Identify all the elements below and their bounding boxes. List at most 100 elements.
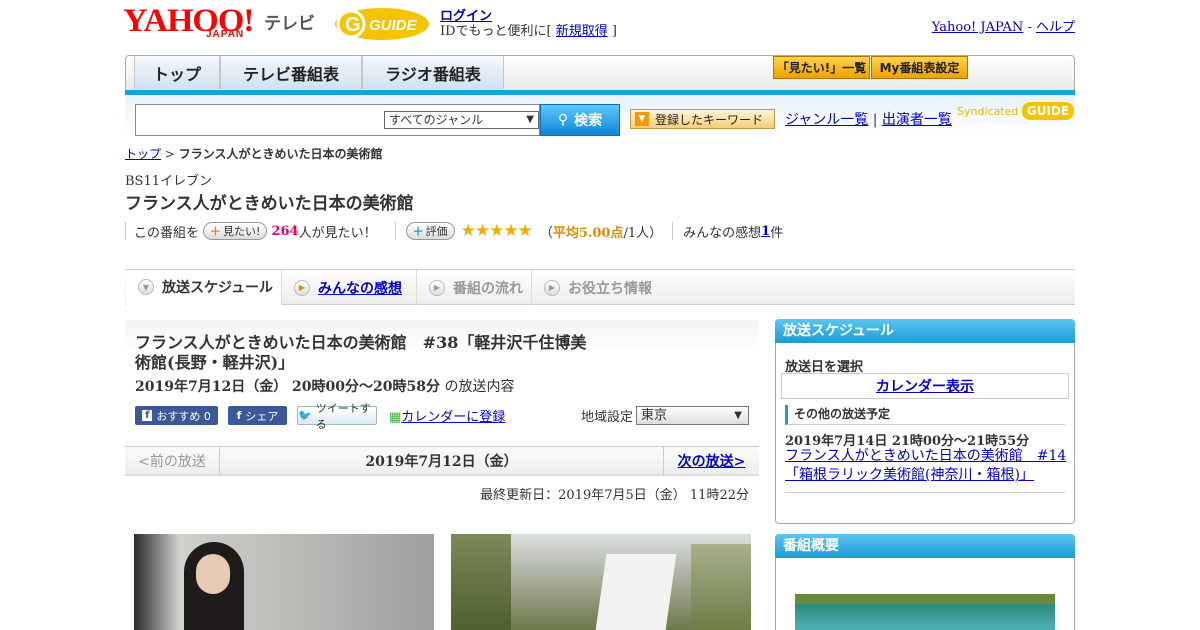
want-list-button[interactable]: 「見たい!」一覧 xyxy=(773,56,870,79)
want-suffix-text: 人が見たい！ xyxy=(298,225,377,241)
region-select[interactable]: 東京 ▼ xyxy=(636,406,749,425)
login-subtext: IDでもっと便利に[ 新規取得 ] xyxy=(440,20,617,39)
chevron-down-icon: ▼ xyxy=(138,279,154,295)
impressions-suffix: 件 xyxy=(770,225,784,241)
breadcrumb-top-link[interactable]: トップ xyxy=(125,147,161,161)
impressions-label: みんなの感想 xyxy=(683,225,762,241)
region-select-value: 東京 xyxy=(641,408,668,423)
facebook-share-button[interactable]: f シェア xyxy=(228,406,287,425)
breadcrumb-current: フランス人がときめいた日本の美術館 xyxy=(178,147,383,161)
top-links-sep: - xyxy=(1023,20,1036,35)
syndicated-text: Syndicated xyxy=(957,105,1019,118)
search-button[interactable]: ⚲ 検索 xyxy=(540,104,620,136)
yahoo-japan-logo-text: JAPAN xyxy=(206,29,245,40)
episode-datetime: 2019年7月12日（金） 20時00分～20時58分 の放送内容 xyxy=(135,376,514,396)
want-button[interactable]: ＋見たい! xyxy=(203,222,268,240)
genre-select-value: すべてのジャンル xyxy=(389,113,484,127)
rating-open: （ xyxy=(539,225,553,241)
tab-flow-label: 番組の流れ xyxy=(453,280,523,297)
tab-info-label: お役立ち情報 xyxy=(568,280,652,297)
chevron-down-icon: ▼ xyxy=(635,112,649,126)
channel-name: BS11イレブン xyxy=(125,174,213,189)
dropdown-arrow-icon: ▼ xyxy=(526,114,534,125)
yahoo-japan-link[interactable]: Yahoo! JAPAN xyxy=(932,20,1024,35)
tab-flow[interactable]: ▶ 番組の流れ xyxy=(417,270,532,305)
search-icon: ⚲ xyxy=(557,112,569,128)
tab-schedule[interactable]: ▼ 放送スケジュール xyxy=(126,270,282,305)
episode-title: フランス人がときめいた日本の美術館 #38「軽井沢千住博美術館(長野・軽井沢)」 xyxy=(135,333,587,372)
rating-people: /1人） xyxy=(623,225,663,241)
episode-photo-woman xyxy=(134,534,434,630)
next-broadcast-link[interactable]: 次の放送> xyxy=(663,447,759,475)
rate-button[interactable]: ＋評価 xyxy=(405,222,455,240)
tab-impressions-label: みんなの感想 xyxy=(318,280,402,297)
facebook-icon: f xyxy=(142,410,153,421)
region-label: 地域設定 xyxy=(581,410,634,425)
genre-list-link[interactable]: ジャンル一覧 xyxy=(785,112,868,128)
tweet-button[interactable]: 🐦 ツイートする xyxy=(297,402,377,431)
facebook-share-label: シェア xyxy=(245,409,279,423)
play-icon: ▶ xyxy=(544,279,560,296)
performer-list-link[interactable]: 出演者一覧 xyxy=(882,112,952,128)
breadcrumb: トップ > フランス人がときめいた日本の美術館 xyxy=(125,145,382,162)
tab-info[interactable]: ▶ お役立ち情報 xyxy=(532,270,672,305)
syndicated-badge: Syndicated GUIDE xyxy=(957,102,1075,120)
episode-date: 2019年7月12日（金） 20時00分～20時58分 xyxy=(135,379,440,395)
nav-tab-top[interactable]: トップ xyxy=(134,56,220,89)
calendar-view-link[interactable]: カレンダー表示 xyxy=(781,373,1069,399)
play-icon: ▶ xyxy=(429,279,445,296)
last-updated: 最終更新日：2019年7月5日（金） 11時22分 xyxy=(480,488,749,503)
rate-button-label: 評価 xyxy=(425,225,448,238)
program-actions-row: この番組を ＋見たい! 264 人が見たい！ ＋評価 ★★★★★ （平均5.00点… xyxy=(125,221,783,241)
syndicated-guide-logo: GUIDE xyxy=(1021,102,1075,120)
rating-stars: ★★★★★ xyxy=(460,221,533,241)
search-links-divider: | xyxy=(868,112,882,128)
summary-panel-title: 番組概要 xyxy=(775,534,1075,558)
keyword-button-label: 登録したキーワード xyxy=(655,112,764,127)
prev-broadcast: <前の放送 xyxy=(125,447,220,475)
other-broadcast-link[interactable]: フランス人がときめいた日本の美術館 #14「箱根ラリック美術館(神奈川・箱根)」 xyxy=(785,447,1070,485)
nav-tab-tv-schedule[interactable]: テレビ番組表 xyxy=(220,56,362,89)
svg-text:G: G xyxy=(345,14,361,36)
tab-impressions[interactable]: ▶ みんなの感想 xyxy=(282,270,417,305)
impressions-count-link[interactable]: 1 xyxy=(761,224,770,239)
g-guide-logo[interactable]: G GUIDE xyxy=(333,6,431,42)
episode-date-suffix: の放送内容 xyxy=(440,379,515,395)
calendar-add-label: カレンダーに登録 xyxy=(401,410,506,425)
help-link[interactable]: ヘルプ xyxy=(1036,20,1075,35)
genre-select[interactable]: すべてのジャンル ▼ xyxy=(384,111,539,129)
page-title: フランス人がときめいた日本の美術館 xyxy=(125,194,414,214)
tab-schedule-label: 放送スケジュール xyxy=(162,280,274,296)
keyword-button[interactable]: ▼ 登録したキーワード xyxy=(630,109,775,129)
top-links: Yahoo! JAPAN - ヘルプ xyxy=(932,16,1075,35)
other-broadcasts-heading: その他の放送予定 xyxy=(785,405,1065,425)
calendar-icon: ▦ xyxy=(389,410,402,425)
plus-icon: ＋ xyxy=(210,225,222,238)
my-schedule-button[interactable]: My番組表設定 xyxy=(871,56,968,79)
episode-photo-museum xyxy=(451,534,751,630)
facebook-icon: f xyxy=(236,409,242,422)
g-guide-logo-text: GUIDE xyxy=(369,17,418,34)
search-links: ジャンル一覧 | 出演者一覧 xyxy=(785,109,952,129)
tv-logo-text[interactable]: テレビ xyxy=(264,9,315,34)
divider xyxy=(785,492,1065,493)
twitter-icon: 🐦 xyxy=(298,409,312,422)
nav-tab-radio-schedule[interactable]: ラジオ番組表 xyxy=(362,56,504,89)
schedule-panel-title: 放送スケジュール xyxy=(775,319,1075,343)
want-count: 264 xyxy=(271,223,299,239)
facebook-recommend-label: おすすめ 0 xyxy=(156,409,211,423)
login-sub-suffix: ] xyxy=(607,24,617,39)
facebook-recommend-button[interactable]: f おすすめ 0 xyxy=(135,406,218,425)
play-icon: ▶ xyxy=(294,279,310,296)
dropdown-arrow-icon: ▼ xyxy=(734,410,742,421)
summary-photo xyxy=(795,594,1055,630)
signup-link[interactable]: 新規取得 xyxy=(556,24,608,39)
rating-average: 平均5.00点 xyxy=(552,225,624,241)
breadcrumb-sep: > xyxy=(161,147,179,161)
tweet-label: ツイートする xyxy=(315,401,371,431)
login-sub-prefix: IDでもっと便利に[ xyxy=(440,24,556,39)
calendar-add-link[interactable]: ▦カレンダーに登録 xyxy=(389,406,505,425)
want-prefix-text: この番組を xyxy=(134,225,200,241)
plus-icon: ＋ xyxy=(412,225,424,238)
current-broadcast-date: 2019年7月12日（金） xyxy=(365,454,518,470)
